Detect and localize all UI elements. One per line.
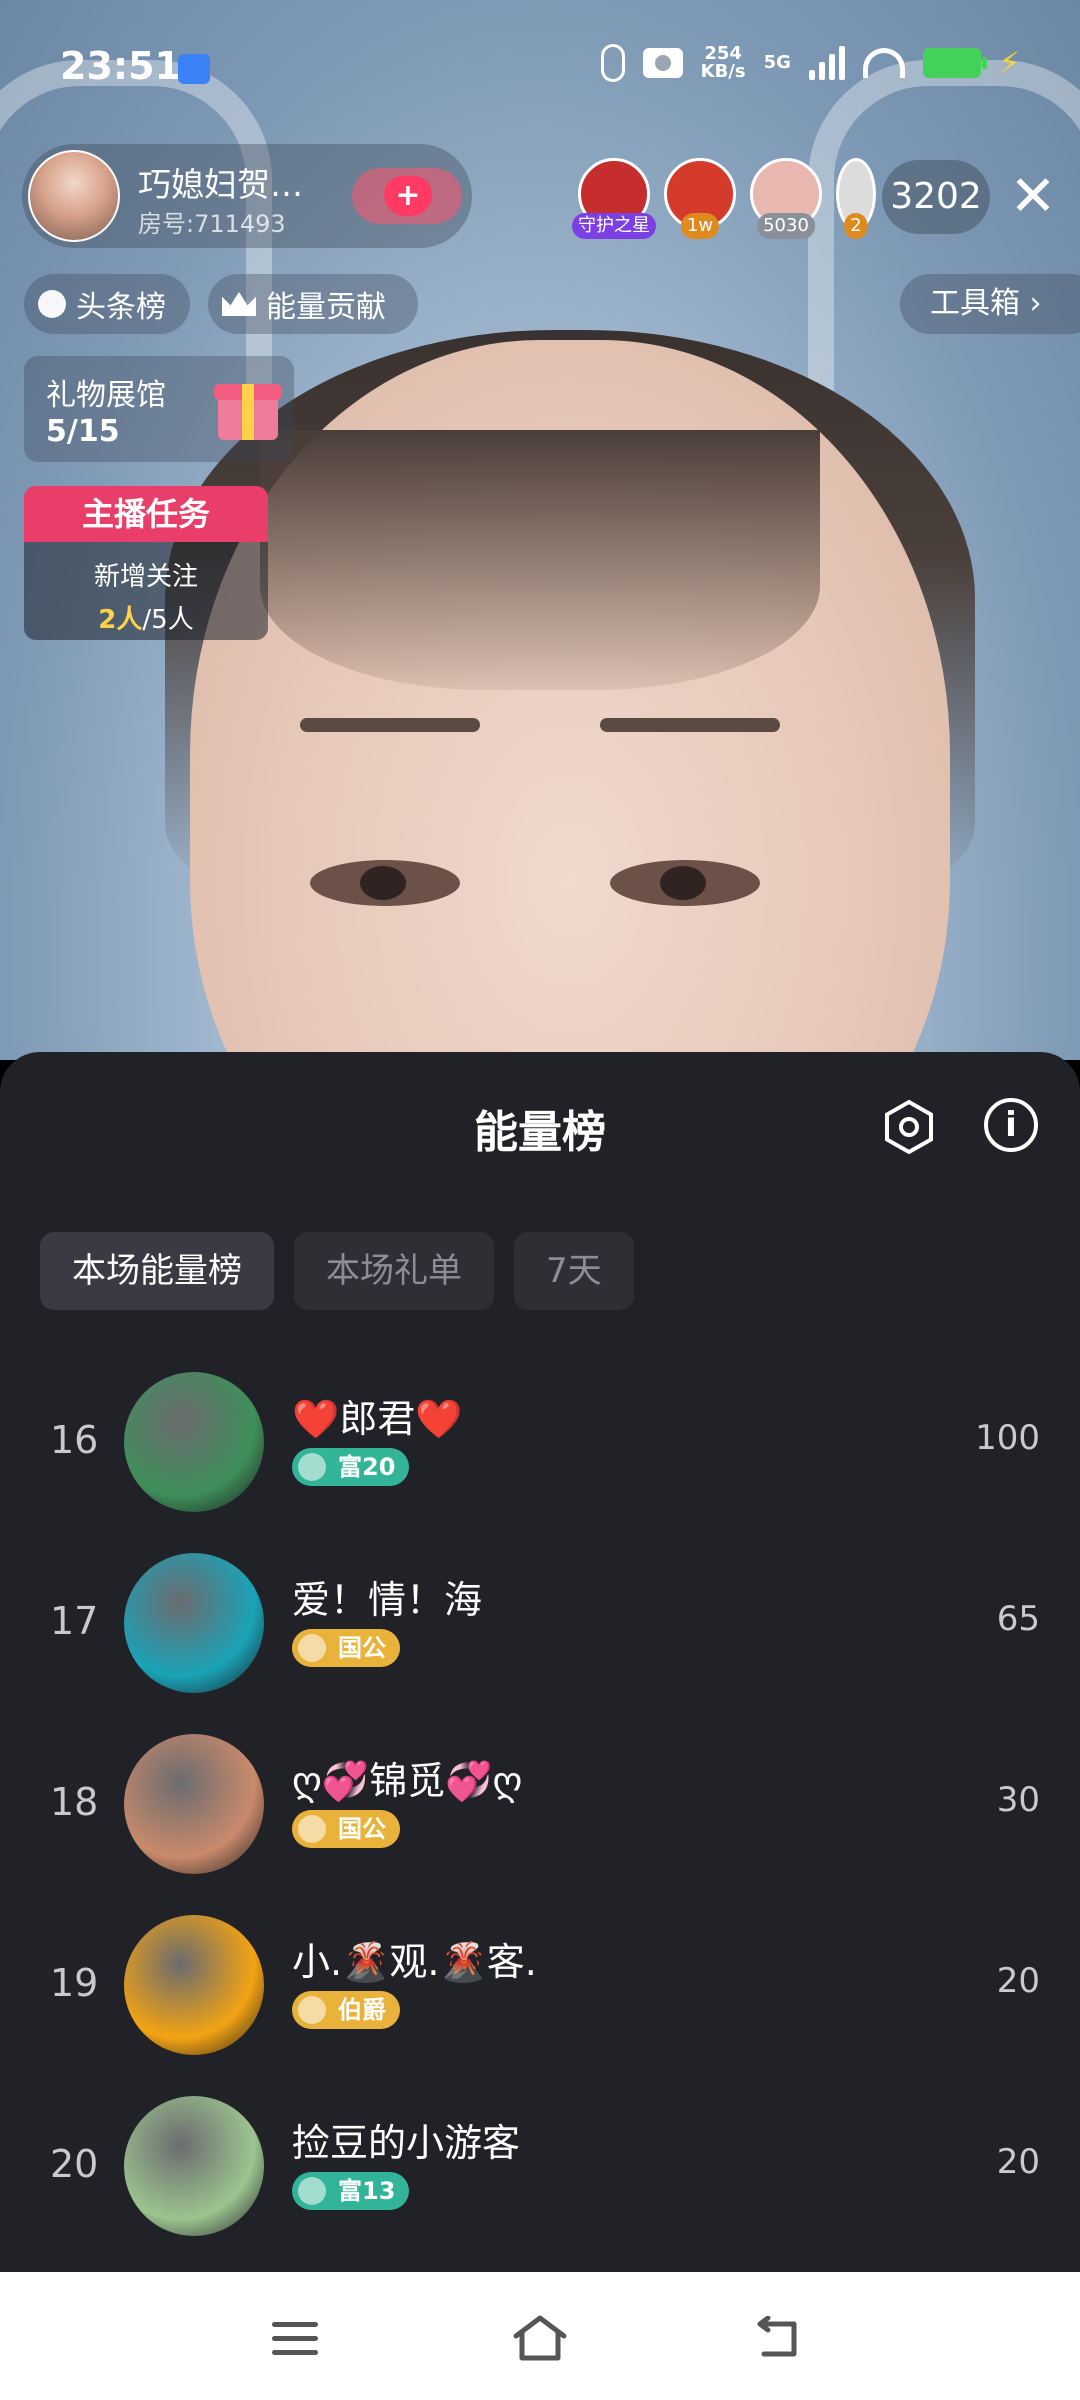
network-speed: 254 KB/s bbox=[700, 43, 746, 82]
live-room-screen: 23:51 254 KB/s 5G ⚡ 巧媳妇贺… 房号:711493 + 守护… bbox=[0, 0, 1080, 2400]
tab-7-days[interactable]: 7天 bbox=[514, 1232, 634, 1310]
fan-badge: 1w bbox=[680, 213, 720, 239]
heart-plus-icon: + bbox=[384, 176, 432, 216]
screen-cast-icon bbox=[178, 54, 210, 84]
list-item[interactable]: 16 ❤️郎君❤️ 富20 100 bbox=[0, 1352, 1080, 1533]
fan-badge: 5030 bbox=[757, 213, 815, 239]
ranking-tabs: 本场能量榜 本场礼单 7天 bbox=[40, 1232, 634, 1310]
task-description: 新增关注 bbox=[93, 562, 198, 592]
energy-score: 20 bbox=[996, 2142, 1040, 2182]
info-icon[interactable]: i bbox=[984, 1098, 1038, 1152]
crown-icon bbox=[222, 292, 256, 316]
system-nav-bar bbox=[0, 2272, 1080, 2400]
eye-right bbox=[610, 860, 760, 906]
brow-right bbox=[600, 718, 780, 732]
tab-session-gifts[interactable]: 本场礼单 bbox=[294, 1232, 494, 1310]
fan-avatar[interactable]: 守护之星 bbox=[572, 158, 656, 239]
task-title: 主播任务 bbox=[24, 486, 268, 542]
rank-number: 20 bbox=[50, 2142, 99, 2186]
user-name: ღ💞锦觅💞ღ bbox=[292, 1759, 523, 1803]
follow-button[interactable]: + bbox=[352, 168, 462, 224]
close-icon[interactable]: ✕ bbox=[1006, 169, 1060, 225]
clock: 23:51 bbox=[60, 44, 181, 88]
task-progress: 2人/5人 bbox=[98, 605, 194, 635]
wifi-icon bbox=[862, 48, 905, 78]
user-name: 捡豆的小游客 bbox=[292, 2121, 521, 2165]
energy-ranking-sheet: 能量榜 i 本场能量榜 本场礼单 7天 16 ❤️郎君❤️ 富20 100 17… bbox=[0, 1052, 1080, 2272]
user-avatar[interactable] bbox=[124, 1734, 264, 1874]
brow-left bbox=[300, 718, 480, 732]
rank-number: 17 bbox=[50, 1599, 99, 1643]
home-icon[interactable] bbox=[510, 2312, 570, 2364]
rank-number: 16 bbox=[50, 1418, 99, 1462]
level-badge: 伯爵 bbox=[292, 1991, 400, 2029]
fan-badge: 守护之星 bbox=[572, 213, 656, 239]
fan-avatar[interactable]: 1w bbox=[664, 158, 736, 239]
energy-score: 100 bbox=[975, 1418, 1040, 1458]
user-name: 小.🌋观.🌋客. bbox=[292, 1940, 537, 1984]
tab-session-energy[interactable]: 本场能量榜 bbox=[40, 1232, 274, 1310]
settings-hexagon-icon[interactable] bbox=[880, 1098, 938, 1156]
level-badge: 国公 bbox=[292, 1629, 400, 1667]
user-name: 爱！情！海 bbox=[292, 1578, 483, 1622]
gift-hall-progress: 5/15 bbox=[46, 414, 120, 449]
host-name: 巧媳妇贺… bbox=[138, 165, 303, 204]
user-avatar[interactable] bbox=[124, 1915, 264, 2055]
charging-icon: ⚡ bbox=[998, 45, 1020, 81]
microphone-icon bbox=[600, 44, 625, 82]
list-item[interactable]: 19 小.🌋观.🌋客. 伯爵 20 bbox=[0, 1895, 1080, 2076]
list-item[interactable]: 18 ღ💞锦觅💞ღ 国公 30 bbox=[0, 1714, 1080, 1895]
rank-number: 18 bbox=[50, 1780, 99, 1824]
flame-icon bbox=[38, 290, 66, 318]
energy-score: 30 bbox=[996, 1780, 1040, 1820]
headlines-chip[interactable]: 头条榜 bbox=[24, 274, 190, 334]
eye-left bbox=[310, 860, 460, 906]
level-badge: 富13 bbox=[292, 2172, 410, 2210]
energy-score: 65 bbox=[996, 1599, 1040, 1639]
fan-badge: 2 bbox=[844, 213, 868, 239]
user-avatar[interactable] bbox=[124, 1372, 264, 1512]
list-item[interactable]: 17 爱！情！海 国公 65 bbox=[0, 1533, 1080, 1714]
host-info-pill[interactable]: 巧媳妇贺… 房号:711493 + bbox=[22, 144, 472, 248]
host-task-card[interactable]: 主播任务 新增关注 2人/5人 bbox=[24, 486, 268, 640]
fan-avatar[interactable]: 2 bbox=[836, 158, 876, 239]
viewer-count[interactable]: 3202 bbox=[882, 160, 990, 234]
back-icon[interactable] bbox=[754, 2316, 804, 2360]
energy-score: 20 bbox=[996, 1961, 1040, 2001]
gift-hall-card[interactable]: 礼物展馆 5/15 bbox=[24, 356, 294, 462]
gift-hall-title: 礼物展馆 bbox=[46, 378, 166, 413]
signal-icon bbox=[808, 46, 845, 80]
energy-contribution-chip[interactable]: 能量贡献 bbox=[208, 274, 418, 334]
toolbox-button[interactable]: 工具箱 › bbox=[900, 274, 1080, 334]
top-fans: 守护之星 1w 5030 2 bbox=[572, 158, 876, 239]
ranking-list: 16 ❤️郎君❤️ 富20 100 17 爱！情！海 国公 65 18 ღ💞锦觅… bbox=[0, 1352, 1080, 2257]
user-name: ❤️郎君❤️ bbox=[292, 1397, 463, 1441]
host-bangs bbox=[260, 430, 820, 690]
host-avatar[interactable] bbox=[28, 150, 120, 242]
status-bar: 23:51 254 KB/s 5G ⚡ bbox=[0, 0, 1080, 140]
level-badge: 国公 bbox=[292, 1810, 400, 1848]
menu-icon[interactable] bbox=[272, 2322, 318, 2356]
gift-box-icon bbox=[214, 370, 282, 442]
user-avatar[interactable] bbox=[124, 2096, 264, 2236]
network-type: 5G bbox=[763, 52, 791, 73]
user-avatar[interactable] bbox=[124, 1553, 264, 1693]
camera-icon bbox=[642, 48, 683, 78]
room-number: 房号:711493 bbox=[138, 210, 286, 238]
level-badge: 富20 bbox=[292, 1448, 410, 1486]
rank-number: 19 bbox=[50, 1961, 99, 2005]
fan-avatar[interactable]: 5030 bbox=[750, 158, 822, 239]
battery-icon bbox=[922, 48, 987, 78]
list-item[interactable]: 20 捡豆的小游客 富13 20 bbox=[0, 2076, 1080, 2257]
